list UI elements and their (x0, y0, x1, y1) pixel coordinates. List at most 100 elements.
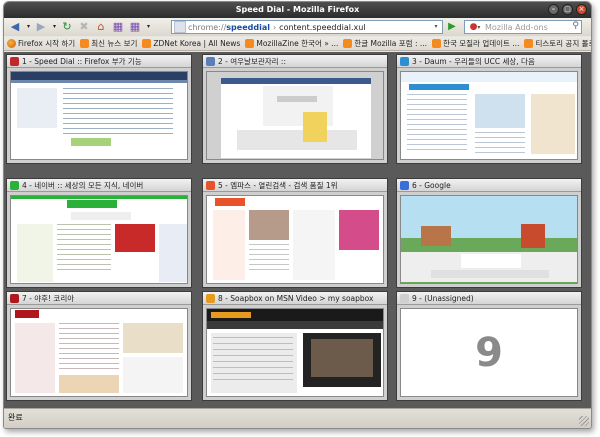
dial-thumbnail[interactable]: 9 (400, 308, 578, 397)
stop-button[interactable]: ✖ (77, 20, 91, 34)
thumbnail-block (59, 333, 119, 334)
dial-thumbnail[interactable] (206, 308, 384, 397)
bookmarks-toolbar: Firefox 시작 하기 최신 뉴스 보기 ZDNet Korea | All N… (4, 37, 591, 51)
minimize-button[interactable]: – (548, 4, 559, 15)
search-placeholder: Mozilla Add-ons (485, 22, 548, 32)
thumbnail-block (213, 343, 293, 344)
back-button[interactable]: ◀ (8, 20, 22, 34)
thumbnail-block (57, 234, 111, 235)
speed-dial-5[interactable]: 5 - 엠파스 - 열린검색 - 검색 품질 1위 (202, 178, 388, 288)
thumbnail-block (475, 137, 525, 138)
dial-thumbnail[interactable] (10, 308, 188, 397)
thumbnail-block (57, 229, 111, 230)
thumbnail-block (407, 149, 467, 150)
thumbnail-block (159, 224, 187, 282)
speed-dial-2[interactable]: 2 - 여우날보관자리 :: (202, 54, 388, 164)
url-separator: › (272, 22, 277, 32)
thumbnail-block (15, 310, 39, 318)
thumbnail-block (211, 333, 297, 393)
thumbnail-block (311, 339, 373, 377)
search-bar[interactable]: ● ▾ Mozilla Add-ons ⚲ (464, 20, 582, 34)
thumbnail-block (57, 249, 111, 250)
speed-dial-3[interactable]: 3 - Daum - 우리들의 UCC 세상, 다음 (396, 54, 582, 164)
thumbnail-block (213, 379, 293, 380)
dial-thumbnail[interactable] (206, 195, 384, 284)
thumbnail-block (249, 264, 289, 265)
bookmark-item[interactable]: 최신 뉴스 보기 (80, 38, 137, 49)
thumbnail-block (71, 212, 131, 220)
speed-dial-6[interactable]: 6 - Google (396, 178, 582, 288)
forward-button[interactable]: ▶ (34, 20, 48, 34)
thumbnail-block (407, 139, 467, 140)
speed-dial-8[interactable]: 8 - Soapbox on MSN Video > my soapbox (202, 291, 388, 401)
thumbnail-block (59, 353, 119, 354)
speed-dial-button[interactable]: ▦ (111, 20, 125, 34)
rss-icon (343, 39, 353, 48)
search-icon[interactable]: ⚲ (572, 21, 579, 31)
bookmark-item[interactable]: 티스토리 공지 블로그 ... (524, 38, 591, 49)
bookmark-item[interactable]: MozillaZine 한국어 » ... (245, 38, 338, 49)
rss-icon (80, 39, 90, 48)
bookmark-item[interactable]: 한글 Mozilla 포럼 : ... (343, 38, 427, 49)
bookmark-item[interactable]: Firefox 시작 하기 (7, 38, 75, 49)
maximize-button[interactable]: □ (562, 4, 573, 15)
thumbnail-block (123, 323, 183, 353)
resize-grip[interactable] (579, 416, 589, 426)
reload-button[interactable]: ↻ (60, 20, 74, 34)
close-button[interactable]: × (576, 4, 587, 15)
dial-title: 1 - Speed Dial :: Firefox 부가 기능 (22, 56, 142, 66)
bookmark-item[interactable]: ZDNet Korea | All News (142, 39, 240, 48)
thumbnail-block (421, 226, 451, 246)
dial-thumbnail[interactable] (400, 71, 578, 160)
url-history-dropdown[interactable]: ▾ (431, 22, 441, 32)
thumbnail-block (431, 270, 549, 278)
bookmarks-overflow-chevron[interactable]: » (582, 38, 587, 47)
thumbnail-block (57, 254, 111, 255)
url-bar[interactable]: chrome:// speeddial › content.speeddial.… (171, 20, 443, 34)
forward-history-dropdown[interactable]: ▾ (51, 20, 58, 34)
thumbnail-block (407, 119, 467, 120)
back-history-dropdown[interactable]: ▾ (25, 20, 32, 34)
thumbnail-block (63, 133, 173, 134)
dial-thumbnail[interactable] (400, 195, 578, 284)
dial-thumbnail[interactable] (10, 195, 188, 284)
thumbnail-block (407, 104, 467, 105)
thumbnail-block (59, 375, 119, 393)
thumbnail-block (475, 152, 525, 153)
speed-dial-7[interactable]: 7 - 야후! 코리아 (6, 291, 192, 401)
thumbnail-block (277, 96, 317, 102)
thumbnail-block (63, 88, 173, 89)
bookmark-label: MozillaZine 한국어 » ... (256, 39, 339, 48)
thumbnail-block (213, 210, 245, 280)
site-favicon-icon (400, 293, 409, 303)
thumbnail-block (57, 239, 111, 240)
site-favicon-icon (206, 293, 215, 303)
speed-dial-menu-button[interactable]: ▦ (128, 20, 142, 34)
thumbnail-block (475, 142, 525, 143)
dial-title: 4 - 네이버 :: 세상의 모든 지식, 네이버 (22, 180, 144, 190)
dial-thumbnail[interactable] (10, 71, 188, 160)
thumbnail-block (15, 323, 55, 393)
bookmark-item[interactable]: 한국 모질라 업데이트 ... (432, 38, 519, 49)
speed-dial-1[interactable]: 1 - Speed Dial :: Firefox 부가 기능 (6, 54, 192, 164)
speed-dial-9[interactable]: 9 - (Unassigned) 9 (396, 291, 582, 401)
dial-header: 6 - Google (397, 179, 581, 192)
thumbnail-block (213, 349, 293, 350)
dial-title: 3 - Daum - 우리들의 UCC 세상, 다음 (412, 56, 535, 66)
thumbnail-block (407, 129, 467, 130)
thumbnail-block (249, 210, 289, 240)
dial-header: 2 - 여우날보관자리 :: (203, 55, 387, 68)
window-title: Speed Dial - Mozilla Firefox (235, 5, 360, 14)
home-button[interactable]: ⌂ (94, 20, 108, 34)
speed-dial-4[interactable]: 4 - 네이버 :: 세상의 모든 지식, 네이버 (6, 178, 192, 288)
thumbnail-block (407, 144, 467, 145)
dial-thumbnail[interactable] (206, 71, 384, 160)
dial-header: 5 - 엠파스 - 열린검색 - 검색 품질 1위 (203, 179, 387, 192)
thumbnail-block (213, 337, 293, 338)
thumbnail-block (57, 259, 111, 260)
speed-dial-dropdown[interactable]: ▾ (145, 20, 152, 34)
thumbnail-block (63, 128, 173, 129)
go-button[interactable]: ▶ (446, 21, 458, 33)
thumbnail-block (461, 254, 521, 268)
search-engine-icon[interactable]: ● ▾ (465, 21, 485, 33)
